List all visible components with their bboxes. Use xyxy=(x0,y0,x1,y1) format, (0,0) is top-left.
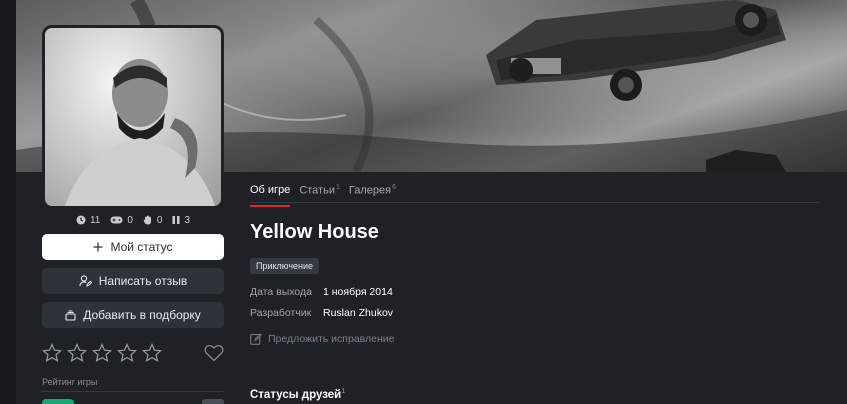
star-icon[interactable] xyxy=(92,343,112,363)
developer-label: Разработчик xyxy=(250,307,312,319)
tabs-divider xyxy=(250,202,820,203)
star-icon[interactable] xyxy=(117,343,137,363)
friends-statuses-heading: Статусы друзей1 xyxy=(250,388,345,401)
write-review-button[interactable]: Написать отзыв xyxy=(42,268,224,294)
tab-articles-count: 1 xyxy=(335,184,340,191)
write-review-label: Написать отзыв xyxy=(98,274,188,288)
stat-completed: 11 xyxy=(76,213,100,227)
heart-icon[interactable] xyxy=(204,344,224,362)
rating-divider xyxy=(42,391,224,392)
tab-gallery[interactable]: Галерея6 xyxy=(349,184,396,207)
star-icon[interactable] xyxy=(67,343,87,363)
cover-portrait xyxy=(65,59,215,206)
tab-articles-label: Статьи xyxy=(299,184,335,197)
game-cover-avatar xyxy=(42,25,224,209)
collection-icon xyxy=(65,310,76,321)
game-stats-row: 11 0 0 3 xyxy=(42,213,224,227)
my-status-label: Мой статус xyxy=(110,240,173,254)
stat-paused: 3 xyxy=(172,213,190,227)
friends-count: 1 xyxy=(341,388,346,395)
game-tabs: Об игре Статьи1 Галерея6 xyxy=(250,184,396,207)
stat-dropped: 0 xyxy=(143,213,163,227)
stat-dropped-value: 0 xyxy=(156,214,163,226)
star-icon[interactable] xyxy=(142,343,162,363)
pause-icon xyxy=(172,216,180,224)
game-title: Yellow House xyxy=(250,221,379,243)
stat-playing-value: 0 xyxy=(127,214,133,226)
gamepad-icon xyxy=(110,216,123,224)
release-date-label: Дата выхода xyxy=(250,286,313,298)
stat-paused-value: 3 xyxy=(184,214,191,226)
add-to-collection-label: Добавить в подборку xyxy=(83,308,201,322)
star-icon[interactable] xyxy=(42,343,62,363)
tab-gallery-label: Галерея xyxy=(348,184,392,197)
plus-icon xyxy=(93,242,103,252)
suggest-edit-link[interactable]: Предложить исправление xyxy=(250,333,394,345)
tab-about[interactable]: Об игре xyxy=(250,184,291,207)
developer-link[interactable]: Ruslan Zhukov xyxy=(323,307,393,319)
edit-icon xyxy=(250,333,262,345)
genre-tag[interactable]: Приключение xyxy=(250,258,320,274)
add-to-collection-button[interactable]: Добавить в подборку xyxy=(42,302,224,328)
user-edit-icon xyxy=(79,275,92,287)
friends-title: Статусы друзей xyxy=(250,388,342,401)
clock-icon xyxy=(76,215,86,225)
score-badge xyxy=(42,399,74,404)
release-date-value: 1 ноября 2014 xyxy=(323,286,393,298)
tab-articles[interactable]: Статьи1 xyxy=(299,184,340,207)
tab-about-label: Об игре xyxy=(250,184,291,196)
rating-label: Рейтинг игры xyxy=(42,377,98,387)
tab-gallery-count: 6 xyxy=(392,184,396,191)
left-rail xyxy=(0,0,16,404)
rating-stars xyxy=(42,343,162,363)
stat-playing: 0 xyxy=(110,213,133,227)
suggest-edit-label: Предложить исправление xyxy=(268,333,395,345)
hand-icon xyxy=(143,215,151,225)
my-status-button[interactable]: Мой статус xyxy=(42,234,224,260)
stat-completed-value: 11 xyxy=(89,214,101,226)
grey-badge xyxy=(202,399,224,404)
